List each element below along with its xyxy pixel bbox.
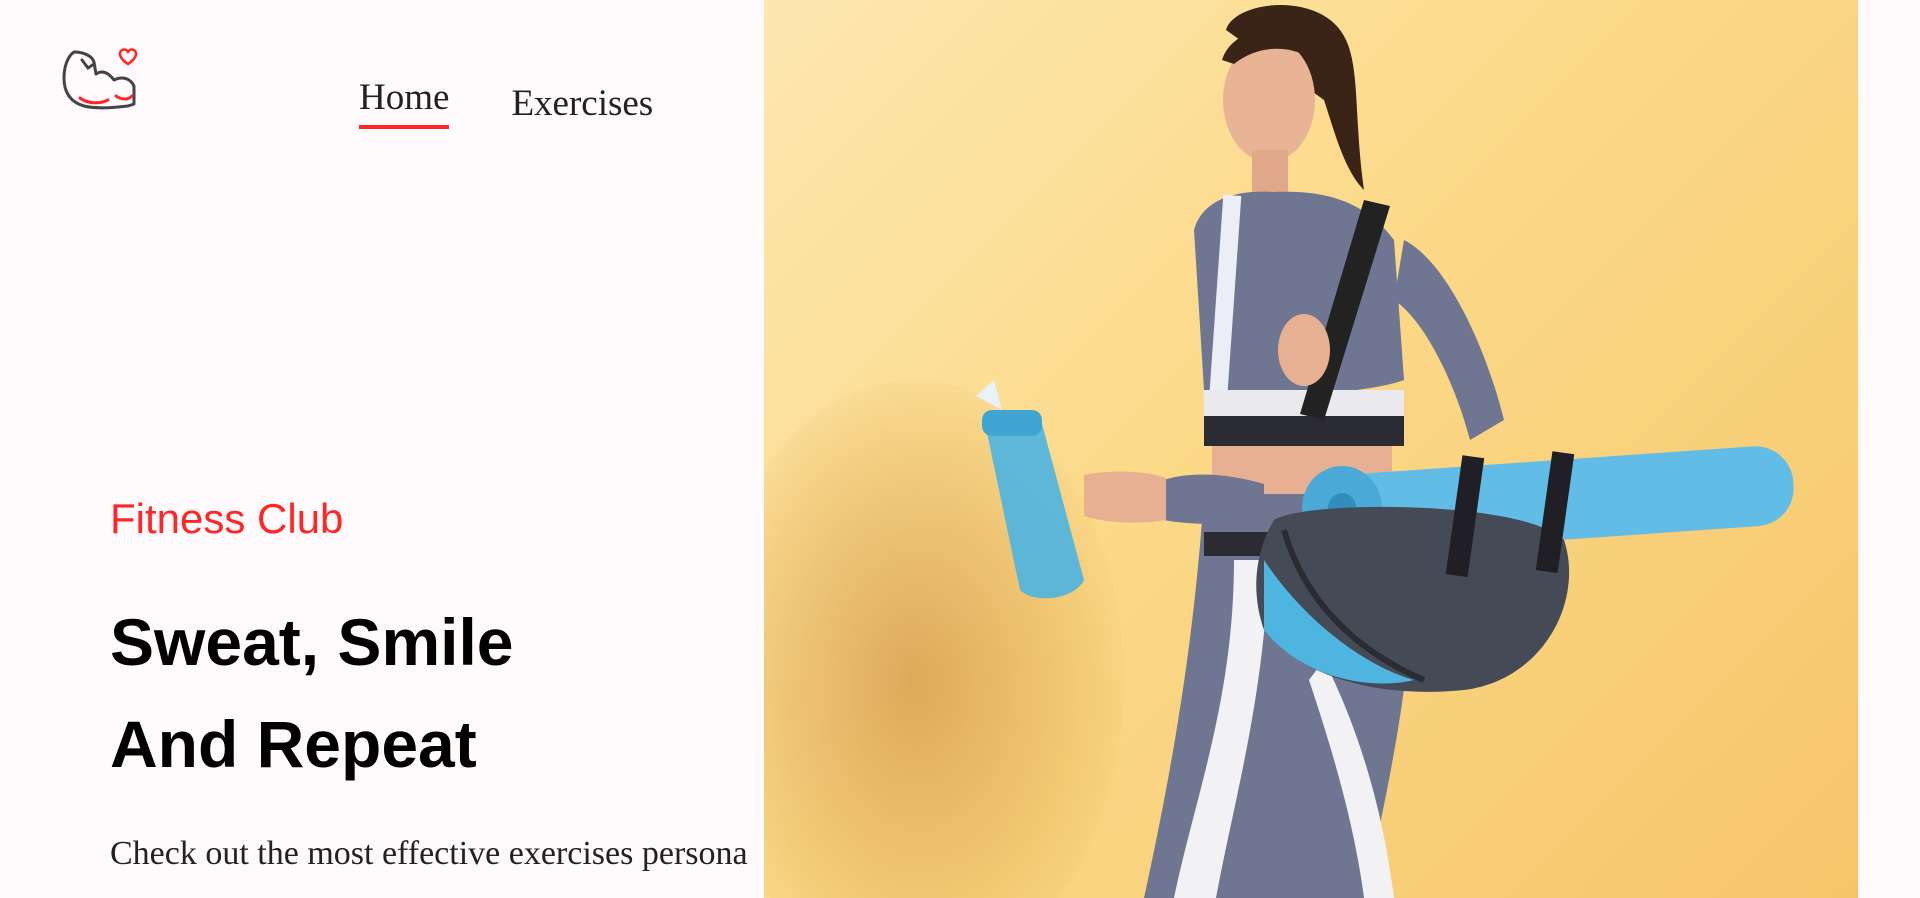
hero-headline: Sweat, Smile And Repeat [110, 591, 810, 795]
main-nav: Home Exercises [359, 77, 653, 129]
hero-tagline: Fitness Club [110, 495, 344, 542]
banner-illustration [976, 5, 1794, 898]
hero-subtext: Check out the most effective exercises p… [110, 835, 748, 872]
hero-banner-image [764, 0, 1858, 898]
logo-flexed-arm-icon[interactable] [60, 42, 140, 126]
nav-link-home[interactable]: Home [359, 77, 450, 129]
nav-link-exercises[interactable]: Exercises [511, 83, 653, 129]
hero-section: Fitness Club Sweat, Smile And Repeat Che… [110, 495, 810, 873]
hero-headline-line-1: Sweat, Smile [110, 605, 514, 679]
hero-headline-line-2: And Repeat [110, 707, 477, 781]
